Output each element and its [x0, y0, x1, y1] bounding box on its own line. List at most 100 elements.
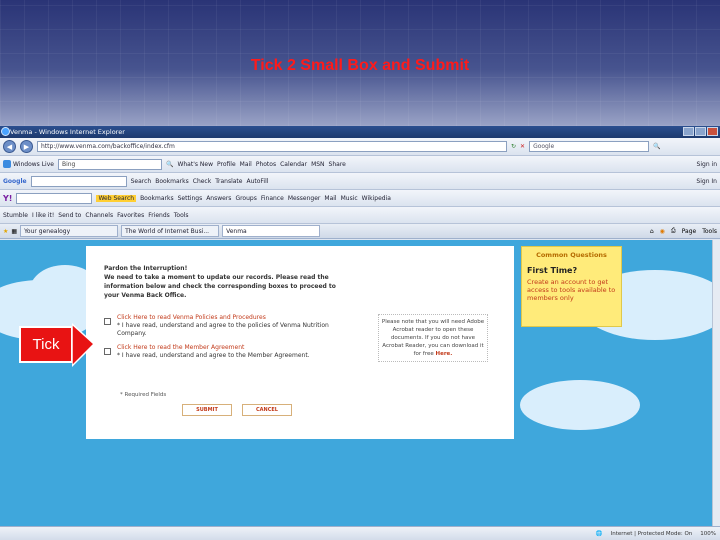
- toolbar1-item-1[interactable]: Profile: [217, 161, 236, 168]
- yahoo-answers[interactable]: Answers: [206, 195, 231, 202]
- tick-annotation: Tick: [19, 326, 73, 363]
- intro-line: We need to take a moment to update our r…: [104, 274, 329, 281]
- intro-line: Pardon the Interruption!: [104, 265, 188, 272]
- google-search-button[interactable]: Search: [131, 178, 152, 185]
- yahoo-wikipedia[interactable]: Wikipedia: [362, 195, 391, 202]
- search-icon[interactable]: 🔍: [653, 143, 660, 150]
- send-to-button[interactable]: Send to: [58, 212, 81, 219]
- tab-bar: ★ ▦ Your genealogy The World of Internet…: [0, 224, 720, 239]
- yahoo-messenger[interactable]: Messenger: [288, 195, 321, 202]
- ie-logo-icon: [1, 127, 10, 136]
- maximize-button[interactable]: [695, 127, 706, 136]
- toolbar1-item-3[interactable]: Photos: [256, 161, 276, 168]
- yahoo-web-search[interactable]: Web Search: [96, 194, 137, 202]
- window-controls: [683, 127, 718, 136]
- yahoo-mail[interactable]: Mail: [324, 195, 336, 202]
- yahoo-toolbar: Y! Web Search Bookmarks Settings Answers…: [0, 190, 720, 207]
- search-icon[interactable]: 🔍: [166, 161, 173, 168]
- create-account-link[interactable]: Create an account to get access to tools…: [527, 278, 616, 302]
- acrobat-note-text: Please note that you will need Adobe Acr…: [381, 319, 485, 357]
- tab-world-of-internet-business[interactable]: The World of Internet Busi...: [121, 225, 220, 237]
- member-agreement-text: * I have read, understand and agree to t…: [117, 352, 310, 359]
- windows-live-icon: [3, 160, 11, 168]
- page-content: Pardon the Interruption! We need to take…: [0, 240, 712, 526]
- submit-button[interactable]: SUBMIT: [182, 404, 232, 416]
- member-agreement-link[interactable]: Click Here to read the Member Agreement: [117, 344, 357, 352]
- toolbar1-item-4[interactable]: Calendar: [280, 161, 307, 168]
- update-records-form: Pardon the Interruption! We need to take…: [86, 246, 514, 439]
- home-icon[interactable]: ⌂: [650, 228, 654, 235]
- common-questions-panel: Common Questions First Time? Create an a…: [521, 246, 622, 327]
- minimize-button[interactable]: [683, 127, 694, 136]
- google-translate-button[interactable]: Translate: [215, 178, 242, 185]
- google-signin[interactable]: Sign In: [696, 178, 717, 185]
- windows-live-brand[interactable]: Windows Live: [3, 160, 54, 168]
- close-window-button[interactable]: [707, 127, 718, 136]
- policies-link[interactable]: Click Here to read Venma Policies and Pr…: [117, 314, 357, 322]
- toolbar1-item-0[interactable]: What's New: [177, 161, 213, 168]
- acrobat-note: Please note that you will need Adobe Acr…: [378, 314, 488, 362]
- google-check-button[interactable]: Check: [193, 178, 211, 185]
- tab-venma[interactable]: Venma: [222, 225, 321, 237]
- cloud-decoration: [520, 380, 640, 430]
- zoom-level[interactable]: 100%: [700, 531, 716, 537]
- stumble-button[interactable]: Stumble: [3, 212, 28, 219]
- intro-line: your Venma Back Office.: [104, 292, 187, 299]
- tools-menu-button[interactable]: Tools: [174, 212, 189, 219]
- google-toolbar: Google Search Bookmarks Check Translate …: [0, 173, 720, 190]
- cancel-button[interactable]: CANCEL: [242, 404, 292, 416]
- policies-row: Click Here to read Venma Policies and Pr…: [104, 314, 357, 338]
- page-menu[interactable]: Page: [682, 228, 697, 235]
- refresh-icon[interactable]: ↻: [511, 143, 516, 150]
- tick-arrow-icon: [72, 322, 96, 368]
- back-button[interactable]: ◀: [3, 140, 16, 153]
- yahoo-bookmarks[interactable]: Bookmarks: [140, 195, 174, 202]
- yahoo-finance[interactable]: Finance: [261, 195, 284, 202]
- tick-label: Tick: [32, 336, 60, 353]
- status-bar: 🌐 Internet | Protected Mode: On 100%: [0, 526, 720, 540]
- required-fields-note: * Required Fields: [120, 392, 167, 398]
- tab-your-genealogy[interactable]: Your genealogy: [20, 225, 119, 237]
- favorites-button[interactable]: Favorites: [117, 212, 144, 219]
- window-title: Venma - Windows Internet Explorer: [10, 128, 125, 136]
- stop-icon[interactable]: ✕: [520, 143, 525, 150]
- slide-title: Tick 2 Small Box and Submit: [250, 57, 470, 74]
- favorites-star-icon[interactable]: ★: [3, 228, 8, 235]
- print-icon[interactable]: ⎙: [671, 227, 676, 235]
- windows-live-toolbar: Windows Live Bing 🔍 What's New Profile M…: [0, 156, 720, 173]
- browser-window: Venma - Windows Internet Explorer ◀ ▶ ht…: [0, 126, 720, 540]
- toolbar1-item-6[interactable]: Share: [329, 161, 346, 168]
- policies-checkbox[interactable]: [104, 318, 111, 325]
- google-autofill-button[interactable]: AutoFill: [246, 178, 268, 185]
- window-titlebar: Venma - Windows Internet Explorer: [0, 126, 720, 138]
- yahoo-search-input[interactable]: [16, 192, 93, 204]
- toolbar1-item-2[interactable]: Mail: [240, 161, 252, 168]
- member-agreement-checkbox[interactable]: [104, 348, 111, 355]
- yahoo-groups[interactable]: Groups: [235, 195, 256, 202]
- acrobat-download-link[interactable]: Here.: [436, 351, 453, 357]
- google-search-input[interactable]: [30, 175, 127, 187]
- member-agreement-row: Click Here to read the Member Agreement …: [104, 344, 357, 360]
- browser-search-input[interactable]: Google: [529, 141, 650, 152]
- yahoo-settings[interactable]: Settings: [178, 195, 203, 202]
- policies-agreement-text: * I have read, understand and agree to t…: [117, 322, 329, 337]
- quick-tabs-icon[interactable]: ▦: [11, 228, 17, 235]
- channels-button[interactable]: Channels: [85, 212, 113, 219]
- tools-menu[interactable]: Tools: [702, 228, 717, 235]
- address-url: http://www.venma.com/backoffice/index.cf…: [41, 143, 175, 150]
- vertical-scrollbar[interactable]: [712, 240, 720, 526]
- address-bar[interactable]: http://www.venma.com/backoffice/index.cf…: [37, 141, 507, 152]
- like-button[interactable]: I like it!: [32, 212, 54, 219]
- bing-search-input[interactable]: Bing: [57, 158, 162, 170]
- interruption-message: Pardon the Interruption! We need to take…: [104, 264, 364, 300]
- faq-question: First Time?: [527, 266, 578, 275]
- yahoo-music[interactable]: Music: [341, 195, 358, 202]
- google-bookmarks-button[interactable]: Bookmarks: [155, 178, 189, 185]
- windows-live-signin[interactable]: Sign in: [697, 161, 717, 168]
- forward-button[interactable]: ▶: [20, 140, 33, 153]
- toolbar1-item-5[interactable]: MSN: [311, 161, 324, 168]
- stumble-toolbar: Stumble I like it! Send to Channels Favo…: [0, 207, 720, 224]
- friends-button[interactable]: Friends: [148, 212, 170, 219]
- yahoo-logo-icon: Y!: [3, 193, 13, 203]
- feeds-icon[interactable]: ◉: [660, 228, 665, 235]
